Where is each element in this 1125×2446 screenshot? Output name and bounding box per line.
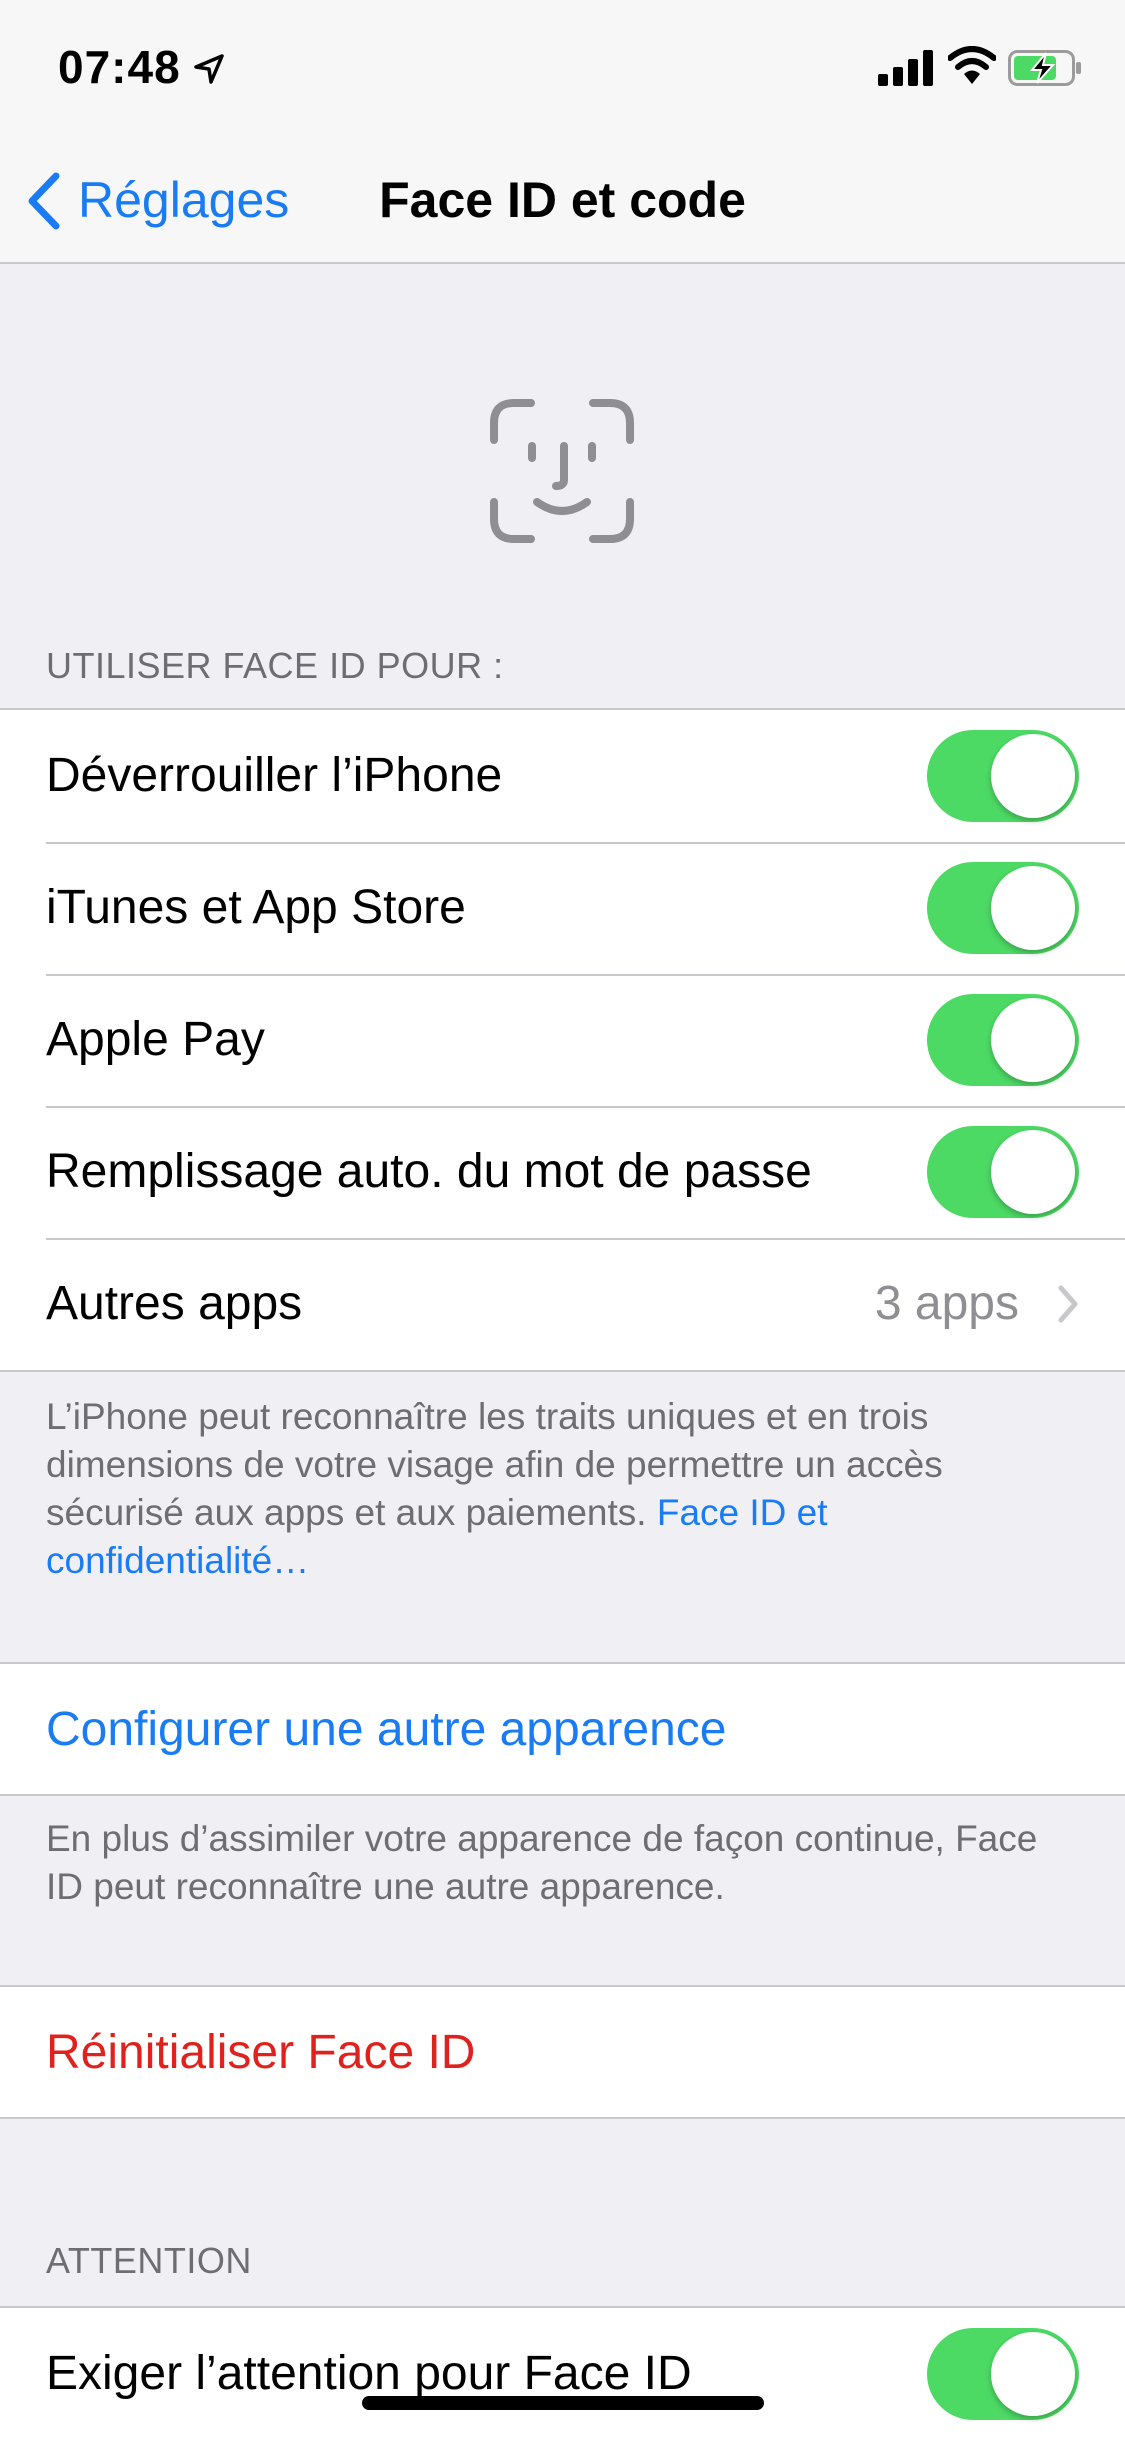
row-label: Apple Pay xyxy=(46,1013,265,1066)
apple-pay-toggle[interactable] xyxy=(927,994,1079,1086)
cellular-signal-icon xyxy=(878,50,933,86)
reset-face-id-button[interactable]: Réinitialiser Face ID xyxy=(0,1987,1125,2119)
itunes-app-store-toggle[interactable] xyxy=(927,862,1079,954)
location-arrow-icon xyxy=(194,54,224,84)
toggle-knob xyxy=(991,734,1075,818)
section-header-use-faceid: UTILISER FACE ID POUR : xyxy=(46,645,504,686)
chevron-right-icon xyxy=(1058,1285,1078,1323)
toggle-knob xyxy=(991,998,1075,1082)
faceid-footer-note: L’iPhone peut reconnaître les traits uni… xyxy=(46,1393,1076,1585)
toggle-knob xyxy=(991,866,1075,950)
row-other-apps[interactable]: Autres apps 3 apps xyxy=(0,1238,1125,1370)
toggle-knob xyxy=(991,2332,1075,2416)
reset-face-id-label: Réinitialiser Face ID xyxy=(46,2026,476,2079)
other-apps-count: 3 apps xyxy=(874,1277,1019,1330)
alternate-appearance-footer: En plus d’assimiler votre apparence de f… xyxy=(46,1818,1038,1907)
row-label: Autres apps xyxy=(46,1277,303,1330)
row-apple-pay: Apple Pay xyxy=(0,974,1125,1106)
row-label: Remplissage auto. du mot de passe xyxy=(46,1145,812,1198)
home-indicator[interactable] xyxy=(362,2396,764,2410)
unlock-iphone-toggle[interactable] xyxy=(927,730,1079,822)
row-unlock-iphone: Déverrouiller l’iPhone xyxy=(0,710,1125,842)
alternate-appearance-group: Configurer une autre apparence xyxy=(0,1662,1125,1796)
status-time: 07:48 xyxy=(58,41,181,93)
page-title: Face ID et code xyxy=(379,172,746,228)
row-require-attention: Exiger l’attention pour Face ID xyxy=(0,2308,1125,2440)
face-id-icon xyxy=(490,399,634,543)
require-attention-toggle[interactable] xyxy=(927,2328,1079,2420)
row-label: Déverrouiller l’iPhone xyxy=(46,749,503,802)
battery-charging-icon xyxy=(1008,50,1081,86)
reset-group: Réinitialiser Face ID xyxy=(0,1985,1125,2119)
setup-alternate-appearance-button[interactable]: Configurer une autre apparence xyxy=(0,1664,1125,1796)
wifi-icon xyxy=(948,46,996,84)
section-header-attention: ATTENTION xyxy=(46,2240,252,2281)
row-itunes-app-store: iTunes et App Store xyxy=(0,842,1125,974)
navigation-bar: Réglages Face ID et code xyxy=(0,140,1125,264)
row-label: Exiger l’attention pour Face ID xyxy=(46,2347,692,2400)
use-faceid-group: Déverrouiller l’iPhone iTunes et App Sto… xyxy=(0,708,1125,1372)
toggle-knob xyxy=(991,1130,1075,1214)
attention-group: Exiger l’attention pour Face ID xyxy=(0,2306,1125,2446)
row-password-autofill: Remplissage auto. du mot de passe xyxy=(0,1106,1125,1238)
setup-alternate-appearance-label: Configurer une autre apparence xyxy=(46,1703,727,1756)
status-bar: 07:48 xyxy=(0,0,1125,140)
password-autofill-toggle[interactable] xyxy=(927,1126,1079,1218)
row-label: iTunes et App Store xyxy=(46,881,466,934)
